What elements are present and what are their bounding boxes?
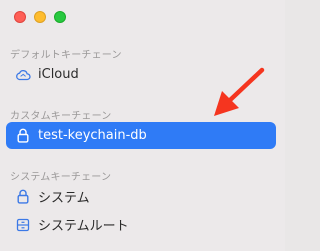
- cabinet-icon: [14, 216, 32, 234]
- sidebar-item-system-roots[interactable]: システムルート: [6, 211, 276, 238]
- sidebar-item-label: iCloud: [38, 67, 79, 82]
- sidebar-item-label: システムルート: [38, 219, 129, 234]
- sidebar-item-label: test-keychain-db: [38, 128, 147, 143]
- section-header-system-keychains: システムキーチェーン: [10, 172, 112, 183]
- cloud-icon: [14, 66, 32, 84]
- minimize-button[interactable]: [34, 11, 46, 23]
- zoom-button[interactable]: [54, 11, 66, 23]
- window-controls: [14, 11, 66, 23]
- lock-icon: [14, 127, 32, 145]
- section-header-custom-keychains: カスタムキーチェーン: [10, 111, 112, 122]
- sidebar-item-system[interactable]: システム: [6, 183, 276, 210]
- annotation-arrow: [214, 67, 265, 116]
- section-header-default-keychains: デフォルトキーチェーン: [10, 50, 122, 61]
- sidebar-item-label: システム: [38, 191, 90, 206]
- keychain-window: デフォルトキーチェーン iCloud カスタムキーチェーン test-keych…: [0, 0, 285, 251]
- close-button[interactable]: [14, 11, 26, 23]
- lock-icon: [14, 188, 32, 206]
- sidebar-item-test-keychain-db[interactable]: test-keychain-db: [6, 122, 276, 149]
